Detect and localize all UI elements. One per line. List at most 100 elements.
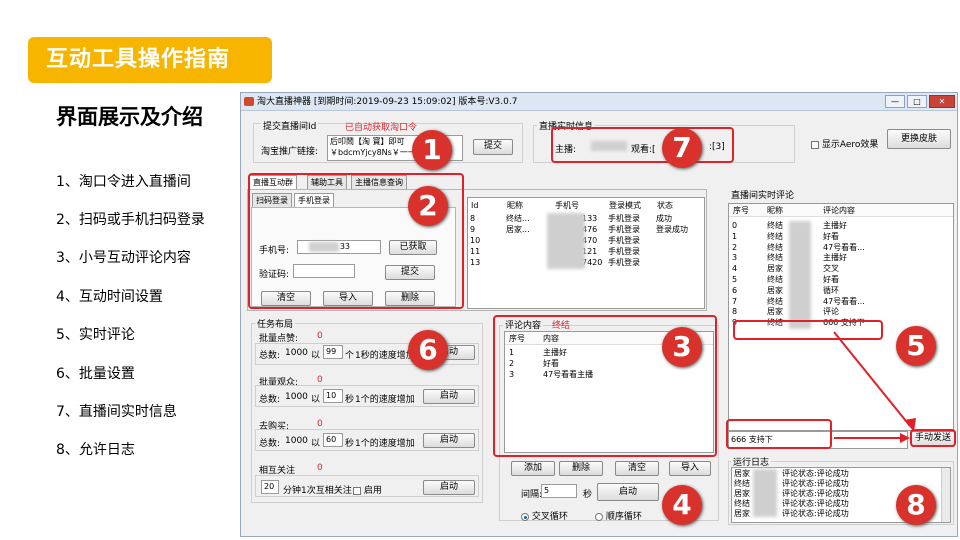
rt-row-text: 好看	[823, 275, 839, 284]
comment-start-button[interactable]: 启动	[597, 483, 659, 501]
cross-loop-radio[interactable]	[521, 512, 529, 521]
add-comment-button[interactable]: 添加	[511, 461, 555, 476]
aero-option[interactable]: 显示Aero效果	[811, 137, 878, 150]
seq-loop-label: 顺序循环	[605, 512, 642, 522]
highlight-5b	[726, 419, 832, 449]
cross-loop-label: 交叉循环	[531, 512, 568, 522]
badge-2: 2	[408, 186, 448, 226]
watch-rate-input[interactable]: 10	[323, 389, 343, 403]
rt-row-nick: 终结	[767, 242, 783, 252]
rt-row-nick: 终结	[767, 253, 783, 263]
follow-enable-label: 启用	[363, 486, 382, 496]
badge-6: 6	[408, 330, 448, 370]
log-scrollbar[interactable]	[941, 468, 950, 522]
rt-row-text: 交叉	[823, 264, 839, 274]
account-row-mode: 手机登录	[608, 258, 640, 267]
rt-row-no: 6	[732, 285, 738, 295]
realtime-header: 序号 昵称 评论内容	[729, 204, 953, 217]
clear-comment-button[interactable]: 清空	[615, 461, 659, 476]
rt-row-text: 47号看看...	[823, 296, 865, 306]
accounts-rows: 8 终结... 133 手机登录 成功 9 居家... 476 手机登录 登录成功 10 470 手机登…	[470, 213, 700, 273]
window-title: 淘大直播神器 [到期时间:2019-09-23 15:09:02] 版本号:V3…	[257, 97, 518, 107]
import-comment-button[interactable]: 导入	[669, 461, 711, 476]
close-button[interactable]: ✕	[929, 95, 955, 108]
slide-subtitle: 界面展示及介绍	[56, 105, 203, 129]
aero-checkbox[interactable]	[811, 140, 819, 149]
likes-unit: 个	[345, 351, 355, 361]
rt-row-text: 主播好	[823, 221, 847, 230]
log-names-blurred	[753, 469, 777, 517]
likes-speed: 1秒的速度增加	[355, 351, 415, 361]
rt-row-no: 1	[732, 231, 738, 241]
rt-row-text: 循环	[823, 285, 839, 295]
account-row-mode: 手机登录	[608, 225, 640, 234]
rt-row-nick: 终结	[767, 221, 783, 230]
follow-enable[interactable]: 启用	[353, 483, 382, 496]
follow-start-button[interactable]: 启动	[423, 480, 475, 495]
likes-rate-input[interactable]: 99	[323, 345, 343, 359]
rt-col-text: 评论内容	[823, 206, 855, 215]
rt-row-no: 4	[732, 264, 738, 274]
watch-by: 以	[311, 395, 321, 405]
watch-start-button[interactable]: 启动	[423, 389, 475, 404]
cross-loop-option[interactable]: 交叉循环	[521, 509, 568, 522]
highlight-7	[551, 127, 734, 163]
likes-total: 1000	[285, 348, 308, 358]
rt-col-no: 序号	[733, 206, 749, 215]
col-id: Id	[471, 201, 479, 210]
rt-row-nick: 居家	[767, 307, 783, 317]
rt-row-nick: 终结	[767, 231, 783, 241]
account-row-mode: 手机登录	[608, 214, 640, 223]
col-mode: 登录模式	[609, 201, 641, 210]
buy-total: 1000	[285, 436, 308, 446]
delete-comment-button[interactable]: 删除	[559, 461, 603, 476]
account-row-id: 13	[470, 258, 481, 267]
watch-total-label: 总数:	[259, 395, 281, 405]
rt-row-no: 0	[732, 221, 738, 230]
window-title-bar: 淘大直播神器 [到期时间:2019-09-23 15:09:02] 版本号:V3…	[241, 93, 957, 111]
buy-rate-input[interactable]: 60	[323, 433, 343, 447]
badge-8: 8	[896, 485, 936, 525]
col-phone: 手机号	[555, 201, 579, 210]
rt-row-nick: 终结	[767, 275, 783, 284]
buy-count: 0	[317, 419, 323, 429]
minimize-button[interactable]: —	[885, 95, 905, 108]
follow-enable-checkbox[interactable]	[353, 486, 361, 495]
follow-interval-input[interactable]: 20	[261, 480, 279, 494]
buy-speed: 1个的速度增加	[355, 439, 415, 449]
account-row-nick: 终结...	[506, 214, 530, 223]
rt-row-no: 2	[732, 242, 738, 252]
account-row-status: 登录成功	[656, 225, 688, 234]
likes-count: 0	[317, 331, 323, 341]
step-2: 2、扫码或手机扫码登录	[56, 212, 205, 228]
submit-link-button[interactable]: 提交	[473, 139, 513, 155]
likes-by: 以	[311, 351, 321, 361]
follow-text: 分钟1次互相关注	[283, 486, 352, 496]
rt-col-nick: 昵称	[767, 206, 783, 215]
change-skin-button[interactable]: 更换皮肤	[887, 129, 951, 149]
step-8: 8、允许日志	[56, 442, 135, 458]
watch-total: 1000	[285, 392, 308, 402]
account-row-id: 8	[470, 214, 476, 223]
seq-loop-option[interactable]: 顺序循环	[595, 509, 642, 522]
account-row-nick: 居家...	[506, 225, 530, 234]
follow-count: 0	[317, 463, 323, 473]
interval-input[interactable]: 5	[541, 484, 577, 498]
rt-row-text: 主播好	[823, 253, 847, 263]
nick-column-blurred	[789, 221, 811, 329]
step-1: 1、淘口令进入直播间	[56, 174, 191, 190]
slide-title: 互动工具操作指南	[28, 37, 272, 83]
buy-unit: 秒	[345, 439, 355, 449]
seq-loop-radio[interactable]	[595, 512, 603, 521]
step-7: 7、直播间实时信息	[56, 404, 177, 420]
buy-start-button[interactable]: 启动	[423, 433, 475, 448]
rt-row-no: 8	[732, 307, 738, 317]
rt-row-no: 5	[732, 275, 738, 284]
interval-label: 间隔:	[521, 490, 543, 500]
account-row-id: 10	[470, 236, 481, 245]
rt-row-text: 评论	[823, 307, 839, 317]
badge-3: 3	[662, 327, 702, 367]
maximize-button[interactable]: □	[907, 95, 927, 108]
watch-unit: 秒	[345, 395, 355, 405]
badge-1: 1	[412, 130, 452, 170]
